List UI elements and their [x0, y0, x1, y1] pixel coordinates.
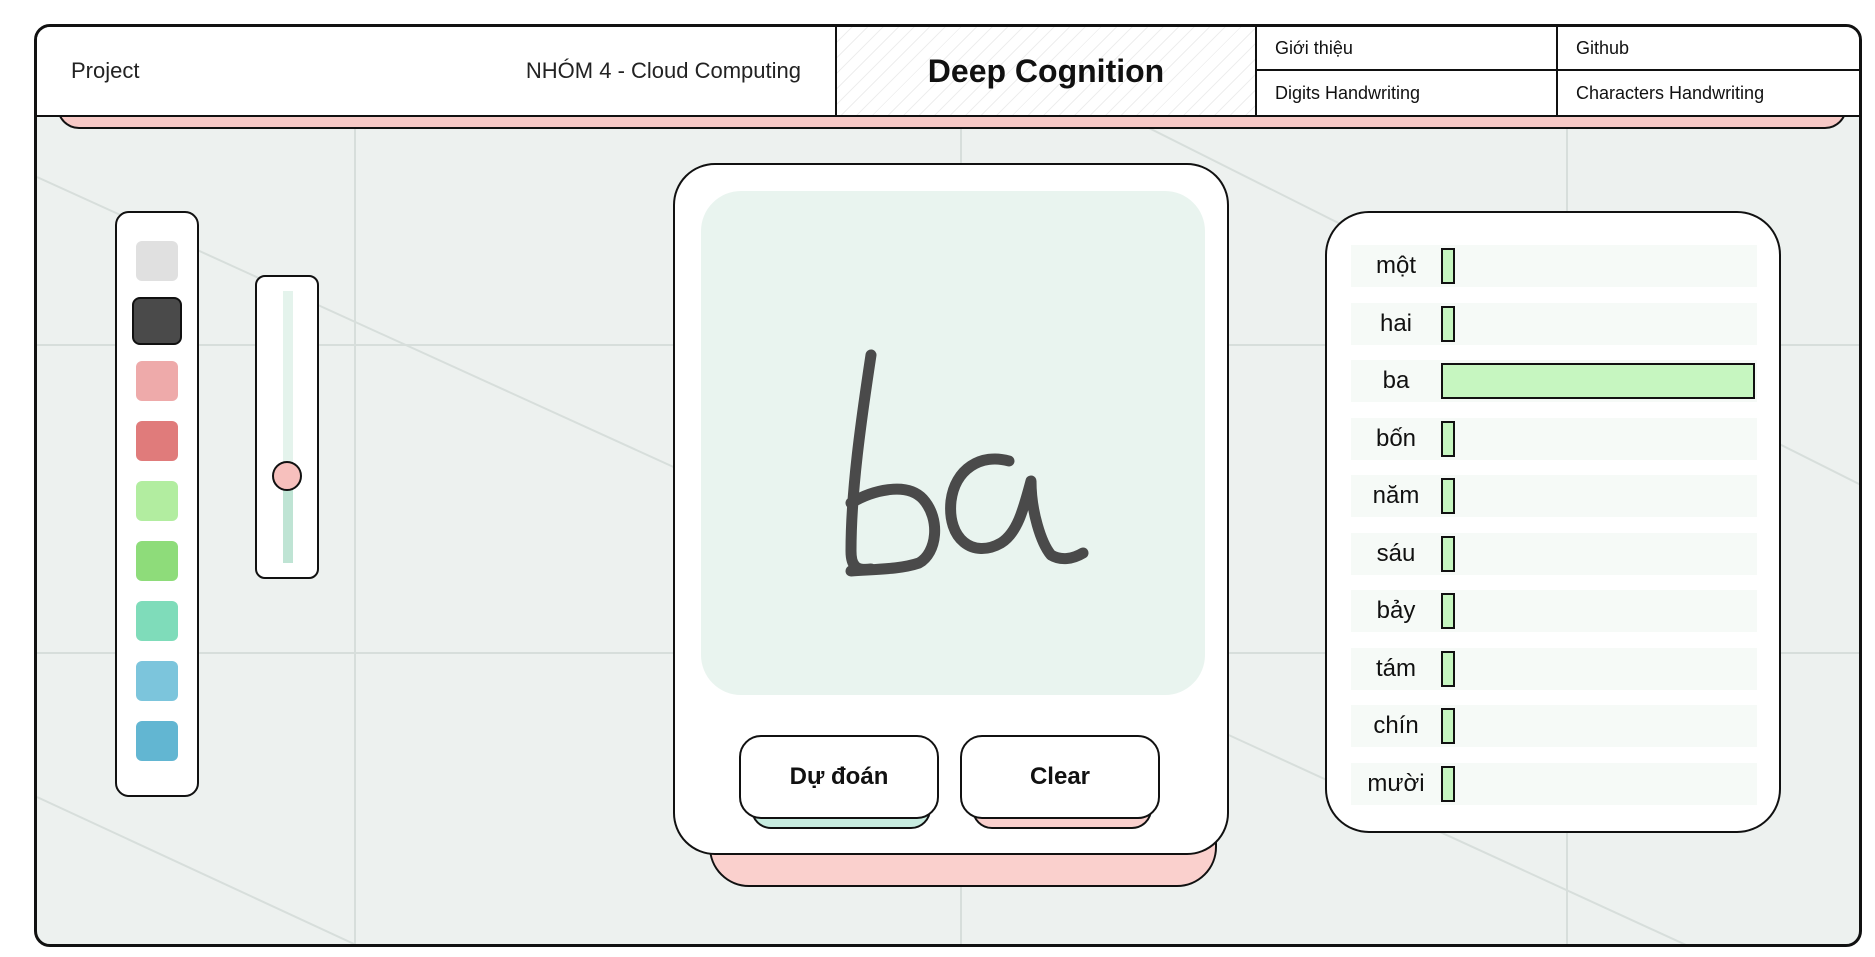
prediction-bar — [1441, 420, 1455, 457]
prediction-bar-track — [1441, 420, 1757, 457]
prediction-row: hai — [1351, 302, 1757, 345]
prediction-bar — [1441, 248, 1455, 284]
prediction-label: chín — [1373, 712, 1419, 739]
prediction-row: năm — [1351, 475, 1757, 517]
prediction-bar-track — [1441, 305, 1757, 342]
drawing-canvas[interactable] — [701, 191, 1205, 695]
prediction-row: ba — [1351, 360, 1757, 402]
prediction-bar-track — [1441, 593, 1757, 629]
prediction-bar — [1441, 363, 1755, 399]
prediction-label: mười — [1367, 769, 1425, 797]
prediction-bar — [1441, 535, 1455, 572]
prediction-row: sáu — [1351, 532, 1757, 575]
color-palette — [115, 211, 199, 797]
prediction-row: chín — [1351, 705, 1757, 747]
color-swatch[interactable] — [136, 541, 178, 581]
prediction-label: năm — [1372, 482, 1420, 509]
clear-button-group: Clear — [960, 735, 1160, 831]
color-swatch[interactable] — [136, 661, 178, 701]
prediction-bar-track — [1441, 535, 1757, 572]
color-swatch[interactable] — [136, 721, 178, 761]
nav-links: Giới thiệu Github Digits Handwriting Cha… — [1257, 27, 1859, 115]
app-frame: Project NHÓM 4 - Cloud Computing Deep Co… — [34, 24, 1862, 947]
clear-button[interactable]: Clear — [960, 735, 1160, 819]
prediction-row: mười — [1351, 762, 1757, 805]
prediction-bar-track — [1441, 650, 1757, 687]
prediction-bar — [1441, 765, 1455, 802]
nav-link-intro[interactable]: Giới thiệu — [1257, 27, 1558, 71]
slider-track[interactable] — [283, 291, 293, 563]
predict-button[interactable]: Dự đoán — [739, 735, 939, 819]
prediction-bar — [1441, 305, 1455, 342]
handwritten-strokes — [845, 349, 1089, 577]
prediction-label: một — [1375, 252, 1416, 279]
prediction-bar-track — [1441, 363, 1757, 399]
canvas-card: Dự đoán Clear — [673, 163, 1229, 855]
prediction-bar — [1441, 593, 1455, 629]
color-swatch[interactable] — [136, 241, 178, 281]
prediction-label: bốn — [1375, 424, 1417, 452]
brand-title[interactable]: Deep Cognition — [837, 27, 1257, 115]
prediction-bar-track — [1441, 765, 1757, 802]
color-swatch[interactable] — [136, 481, 178, 521]
prediction-results: một hai ba bốn năm sáu bảy tám chín mười — [1325, 211, 1781, 833]
prediction-bar-track — [1441, 708, 1757, 744]
prediction-row: tám — [1351, 647, 1757, 690]
project-label: Project — [71, 58, 140, 83]
prediction-row: bảy — [1351, 590, 1757, 632]
color-swatch[interactable] — [136, 601, 178, 641]
project-bar: Project NHÓM 4 - Cloud Computing — [37, 27, 837, 115]
nav-link-characters[interactable]: Characters Handwriting — [1558, 71, 1859, 115]
prediction-bar — [1441, 478, 1455, 514]
prediction-bar-track — [1441, 248, 1757, 284]
stroke-a — [945, 453, 1089, 565]
prediction-row: bốn — [1351, 417, 1757, 460]
prediction-label: sáu — [1376, 539, 1416, 567]
prediction-bar — [1441, 650, 1455, 687]
prediction-label: tám — [1375, 654, 1416, 682]
predict-button-group: Dự đoán — [739, 735, 939, 831]
prediction-label: bảy — [1376, 597, 1416, 624]
prediction-label: hai — [1379, 309, 1413, 337]
nav-link-github[interactable]: Github — [1558, 27, 1859, 71]
prediction-bar — [1441, 708, 1455, 744]
stroke-b-bowl — [845, 483, 941, 577]
prediction-bar-track — [1441, 478, 1757, 514]
nav-link-digits[interactable]: Digits Handwriting — [1257, 71, 1558, 115]
prediction-row: một — [1351, 245, 1757, 287]
stroke-b-stem — [845, 349, 877, 575]
prediction-label: ba — [1382, 367, 1410, 394]
top-nav: Project NHÓM 4 - Cloud Computing Deep Co… — [37, 27, 1859, 117]
color-swatch[interactable] — [136, 361, 178, 401]
group-label: NHÓM 4 - Cloud Computing — [525, 58, 801, 83]
color-swatch[interactable] — [136, 421, 178, 461]
color-swatch[interactable] — [132, 297, 182, 345]
slider-thumb[interactable] — [272, 460, 302, 491]
brush-size-slider[interactable] — [255, 275, 319, 579]
